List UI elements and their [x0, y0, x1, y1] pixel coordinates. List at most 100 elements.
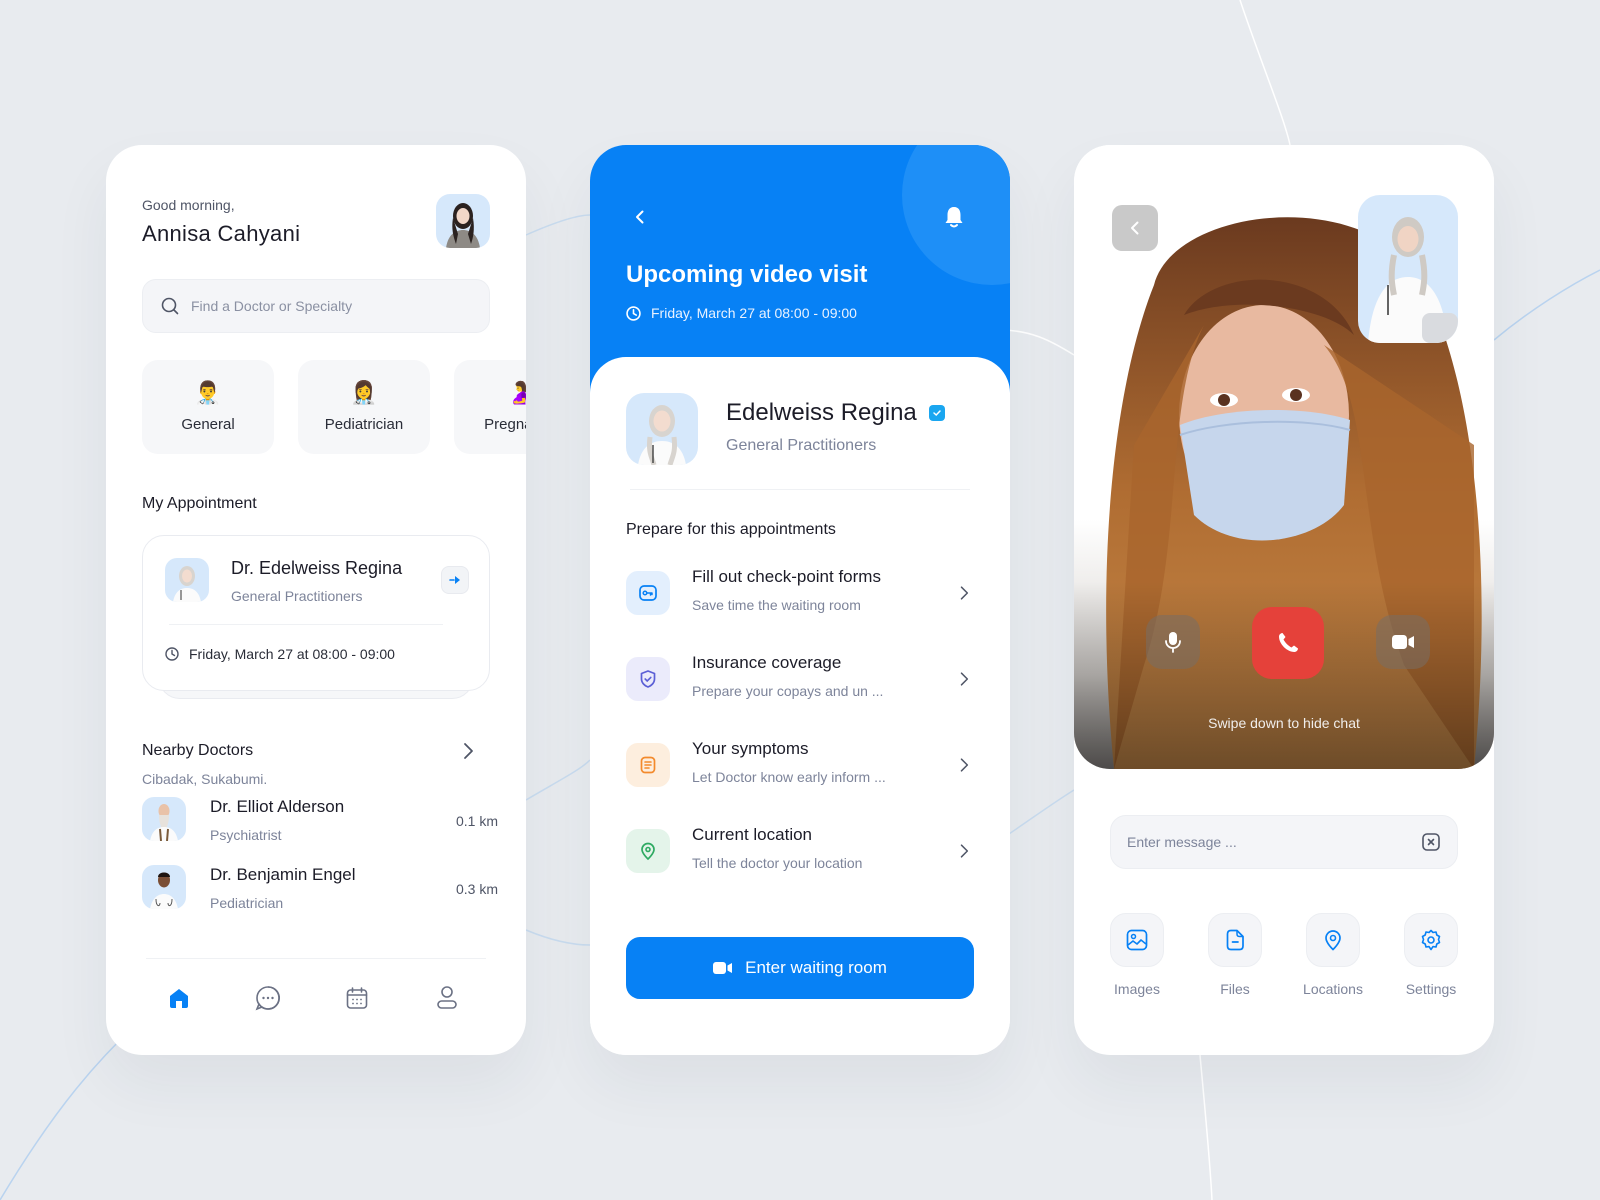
chevron-left-icon: [1131, 221, 1139, 235]
doctor-specialty: General Practitioners: [231, 588, 363, 604]
bottom-tab-bar: [106, 975, 526, 1025]
prep-item-insurance[interactable]: Insurance coverage Prepare your copays a…: [626, 653, 976, 713]
message-input[interactable]: Enter message ...: [1110, 815, 1458, 869]
location-pin-icon: [1306, 913, 1360, 967]
upcoming-visit-screen: Upcoming video visit Friday, March 27 at…: [590, 145, 1010, 1055]
greeting: Good morning,: [142, 197, 235, 213]
attach-files-button[interactable]: Files: [1208, 913, 1262, 997]
doctor-photo-icon: [638, 405, 686, 465]
swipe-hint: Swipe down to hide chat: [1208, 715, 1360, 731]
nearby-location: Cibadak, Sukabumi.: [142, 771, 268, 787]
document-icon: [626, 743, 670, 787]
nearby-see-all-button[interactable]: [456, 739, 480, 763]
attach-images-button[interactable]: Images: [1110, 913, 1164, 997]
doctor-specialty: Psychiatrist: [210, 827, 282, 843]
pregnant-icon: 🤰: [506, 380, 526, 405]
chevron-right-icon: [464, 743, 473, 759]
enter-waiting-room-button[interactable]: Enter waiting room: [626, 937, 974, 999]
user-photo-icon: [446, 203, 480, 248]
search-placeholder: Find a Doctor or Specialty: [191, 298, 353, 314]
doctor-photo-icon: [150, 872, 178, 909]
doctor-photo-icon: [150, 804, 178, 841]
tab-chat[interactable]: [253, 983, 283, 1013]
nearby-doctor-item[interactable]: Dr. Elliot Alderson Psychiatrist 0.1 km: [142, 797, 498, 847]
visit-title: Upcoming video visit: [626, 261, 868, 288]
prep-item-title: Your symptoms: [692, 739, 809, 758]
doctor-name: Dr. Benjamin Engel: [210, 865, 356, 884]
prep-item-subtitle: Tell the doctor your location: [692, 855, 863, 871]
chevron-left-icon: [636, 210, 644, 224]
settings-button[interactable]: Settings: [1404, 913, 1458, 997]
divider: [169, 624, 443, 625]
prep-item-symptoms[interactable]: Your symptoms Let Doctor know early info…: [626, 739, 976, 799]
user-name: Annisa Cahyani: [142, 221, 301, 246]
appointment-time-text: Friday, March 27 at 08:00 - 09:00: [189, 646, 395, 662]
clock-icon: [165, 647, 179, 661]
prep-item-location[interactable]: Current location Tell the doctor your lo…: [626, 825, 976, 885]
clock-icon: [626, 305, 641, 321]
search-icon: [161, 297, 179, 315]
prep-item-title: Fill out check-point forms: [692, 567, 881, 586]
home-screen: Good morning, Annisa Cahyani Find a Doct…: [106, 145, 526, 1055]
doctor-name-row: Edelweiss Regina: [726, 399, 945, 427]
attachment-label: Locations: [1303, 981, 1363, 997]
end-call-button[interactable]: [1252, 607, 1324, 679]
divider: [630, 489, 970, 490]
phone-icon: [1279, 633, 1298, 652]
attachment-label: Settings: [1405, 981, 1457, 997]
tab-calendar[interactable]: [342, 983, 372, 1013]
prep-item-title: Insurance coverage: [692, 653, 842, 672]
microphone-icon: [1165, 632, 1181, 653]
doctor-video-pip[interactable]: [1358, 195, 1458, 343]
tab-home[interactable]: [164, 983, 194, 1013]
nearby-doctors-title: Nearby Doctors: [142, 742, 254, 759]
video-camera-icon: [1392, 635, 1414, 649]
visit-time: Friday, March 27 at 08:00 - 09:00: [626, 305, 857, 321]
user-avatar[interactable]: [436, 194, 490, 248]
appointment-card[interactable]: Dr. Edelweiss Regina General Practitione…: [142, 535, 490, 691]
chevron-right-icon: [952, 667, 976, 691]
shield-check-icon: [626, 657, 670, 701]
doctor-photo-icon: [173, 566, 201, 602]
home-icon: [170, 989, 188, 1008]
category-label: Pregnancy: [484, 416, 526, 433]
arrow-right-icon: [449, 576, 460, 584]
doctor-specialty: General Practitioners: [726, 437, 877, 454]
calendar-icon: [346, 987, 368, 1009]
video-call-screen: Swipe down to hide chat Enter message ..…: [1074, 145, 1494, 1055]
category-general[interactable]: 👨‍⚕️ General: [142, 360, 274, 454]
category-pregnancy[interactable]: 🤰 Pregnancy: [454, 360, 526, 454]
toggle-camera-button[interactable]: [1376, 615, 1430, 669]
enter-waiting-room-label: Enter waiting room: [745, 958, 887, 977]
prepare-section-title: Prepare for this appointments: [626, 521, 836, 538]
doctor-man-icon: 👨‍⚕️: [194, 380, 222, 405]
tab-profile[interactable]: [432, 983, 462, 1013]
doctor-avatar: [142, 797, 186, 841]
open-appointment-button[interactable]: [441, 566, 469, 594]
prep-item-subtitle: Let Doctor know early inform ...: [692, 769, 886, 785]
prep-item-checkpoint-forms[interactable]: Fill out check-point forms Save time the…: [626, 567, 976, 627]
back-button[interactable]: [1112, 205, 1158, 251]
divider: [146, 958, 486, 959]
category-label: Pediatrician: [324, 416, 404, 433]
doctor-avatar: [142, 865, 186, 909]
location-pin-icon: [626, 829, 670, 873]
back-button[interactable]: [626, 203, 654, 231]
mute-microphone-button[interactable]: [1146, 615, 1200, 669]
file-icon: [1208, 913, 1262, 967]
category-pediatrician[interactable]: 👩‍⚕️ Pediatrician: [298, 360, 430, 454]
visit-time-text: Friday, March 27 at 08:00 - 09:00: [651, 305, 857, 321]
message-placeholder: Enter message ...: [1127, 834, 1237, 850]
profile-icon: [437, 986, 457, 1009]
attach-location-button[interactable]: Locations: [1303, 913, 1363, 997]
doctor-name: Edelweiss Regina: [726, 399, 917, 426]
attachment-label: Files: [1220, 981, 1250, 997]
doctor-distance: 0.3 km: [455, 881, 498, 897]
search-input[interactable]: Find a Doctor or Specialty: [142, 279, 490, 333]
nearby-doctor-item[interactable]: Dr. Benjamin Engel Pediatrician 0.3 km: [142, 865, 498, 915]
verified-badge-icon: [928, 405, 945, 421]
prep-item-title: Current location: [692, 825, 813, 844]
notifications-button[interactable]: [940, 203, 968, 231]
doctor-specialty: Pediatrician: [210, 895, 284, 911]
clear-input-icon[interactable]: [1421, 832, 1441, 852]
